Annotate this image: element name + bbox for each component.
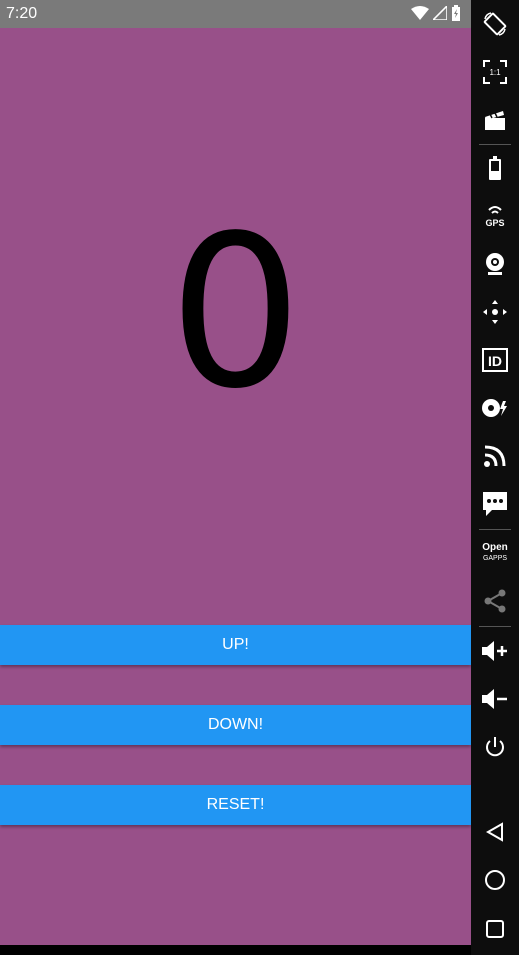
up-button[interactable]: UP!: [0, 625, 471, 665]
status-time: 7:20: [6, 5, 38, 22]
opengapps-label-open: Open: [482, 542, 508, 553]
emulator-toolbar: 1:1 GPS ID Open GAPPS: [471, 0, 519, 955]
fit-screen-icon[interactable]: 1:1: [471, 54, 519, 90]
down-button[interactable]: DOWN!: [0, 705, 471, 745]
volume-up-icon[interactable]: [471, 633, 519, 669]
bottom-edge: [0, 945, 471, 955]
status-bar: 7:20: [0, 0, 471, 28]
rotate-icon[interactable]: [471, 6, 519, 42]
webcam-icon[interactable]: [471, 246, 519, 282]
disk-icon[interactable]: [471, 390, 519, 426]
back-icon[interactable]: [471, 814, 519, 850]
sms-icon[interactable]: [471, 486, 519, 522]
share-icon[interactable]: [471, 583, 519, 619]
gps-label: GPS: [485, 218, 504, 228]
toolbar-divider: [479, 144, 511, 145]
toolbar-divider: [479, 626, 511, 627]
counter-value: 0: [168, 190, 303, 435]
cast-icon[interactable]: [471, 438, 519, 474]
wifi-icon: [411, 6, 429, 25]
device-id-icon[interactable]: ID: [471, 342, 519, 378]
power-icon[interactable]: [471, 729, 519, 765]
volume-down-icon[interactable]: [471, 681, 519, 717]
battery-icon[interactable]: [471, 150, 519, 186]
reset-button[interactable]: RESET!: [0, 785, 471, 825]
move-icon[interactable]: [471, 294, 519, 330]
recents-icon[interactable]: [471, 911, 519, 947]
status-icons: [411, 4, 461, 26]
opengapps-icon[interactable]: Open GAPPS: [471, 534, 519, 570]
cell-signal-icon: [431, 4, 448, 25]
gps-icon[interactable]: GPS: [471, 198, 519, 234]
device-id-label: ID: [488, 353, 502, 369]
battery-status-icon: [451, 5, 461, 26]
home-icon[interactable]: [471, 862, 519, 898]
fit-screen-label: 1:1: [489, 68, 501, 77]
toolbar-divider: [479, 529, 511, 530]
screen-record-icon[interactable]: [471, 102, 519, 138]
opengapps-label-gapps: GAPPS: [483, 555, 507, 562]
